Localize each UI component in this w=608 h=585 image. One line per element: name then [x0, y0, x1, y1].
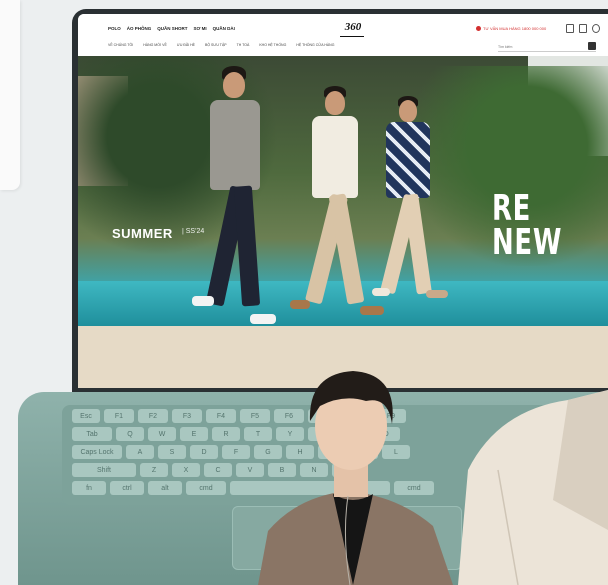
sub-nav: VỀ CHÚNG TÔI HÀNG MỚI VỀ ƯU ĐÃI HÈ BỘ SƯ…	[108, 43, 334, 47]
subnav-item[interactable]: KHO HỆ THỐNG	[259, 43, 286, 47]
model-grey-shirt	[190, 66, 276, 366]
nav-item-ao-phong[interactable]: ÁO PHÔNG	[127, 26, 152, 31]
key: A	[126, 445, 154, 459]
key: fn	[72, 481, 106, 495]
key: ctrl	[110, 481, 144, 495]
nav-item-polo[interactable]: POLO	[108, 26, 121, 31]
key: D	[190, 445, 218, 459]
key: F2	[138, 409, 168, 423]
model-patterned-shirt	[368, 96, 448, 356]
hero-headline-line1: RE	[492, 188, 532, 229]
site-header: POLO ÁO PHÔNG QUẦN SHORT SƠ MI QUẦN DÀI …	[78, 14, 608, 56]
key: E	[180, 427, 208, 441]
hero-headline-line2: NEW	[492, 222, 563, 263]
main-nav: POLO ÁO PHÔNG QUẦN SHORT SƠ MI QUẦN DÀI	[108, 26, 235, 31]
hero-banner[interactable]: SUMMER | SS'24 RE NEW	[78, 56, 608, 388]
foreground-model-jacket	[238, 366, 468, 585]
nav-item-quan-dai[interactable]: QUẦN DÀI	[213, 26, 235, 31]
hotline[interactable]: TƯ VẤN MUA HÀNG 1800 000 000	[476, 26, 546, 31]
subnav-item[interactable]: ƯU ĐÃI HÈ	[177, 43, 195, 47]
brand-logo[interactable]: 360	[338, 21, 368, 35]
nav-item-quan-short[interactable]: QUẦN SHORT	[157, 26, 187, 31]
key: Esc	[72, 409, 100, 423]
hotline-text: TƯ VẤN MUA HÀNG 1800 000 000	[483, 26, 547, 31]
model-white-shirt	[290, 86, 384, 366]
user-icon[interactable]	[566, 24, 574, 33]
key: R	[212, 427, 240, 441]
key: Shift	[72, 463, 136, 477]
phone-icon	[476, 26, 481, 31]
subnav-item[interactable]: TH TOÀ	[237, 43, 250, 47]
hero-tagline: SUMMER	[112, 226, 173, 241]
key: Caps Lock	[72, 445, 122, 459]
subnav-item[interactable]: BỘ SƯU TẬP	[205, 43, 227, 47]
logo-underline	[340, 36, 364, 37]
laptop-screen: POLO ÁO PHÔNG QUẦN SHORT SƠ MI QUẦN DÀI …	[78, 14, 608, 388]
bag-icon[interactable]	[579, 24, 587, 33]
key: X	[172, 463, 200, 477]
hero-headline: RE NEW	[492, 188, 563, 263]
background-card	[0, 0, 20, 190]
search-icon[interactable]	[588, 42, 596, 50]
key: Z	[140, 463, 168, 477]
foreground-model-cream-jacket	[458, 380, 608, 585]
key: cmd	[186, 481, 226, 495]
subnav-item[interactable]: HÀNG MỚI VỀ	[143, 43, 167, 47]
key: Tab	[72, 427, 112, 441]
header-icons	[566, 24, 600, 33]
key: F4	[206, 409, 236, 423]
search-input[interactable]	[498, 43, 596, 52]
key: W	[148, 427, 176, 441]
nav-item-so-mi[interactable]: SƠ MI	[194, 26, 207, 31]
key: F3	[172, 409, 202, 423]
key: C	[204, 463, 232, 477]
key: S	[158, 445, 186, 459]
hero-tagline-sub: | SS'24	[182, 228, 205, 235]
subnav-item[interactable]: VỀ CHÚNG TÔI	[108, 43, 133, 47]
location-icon[interactable]	[592, 24, 600, 33]
key: F1	[104, 409, 134, 423]
key: alt	[148, 481, 182, 495]
subnav-item[interactable]: HỆ THỐNG CỬA HÀNG	[296, 43, 334, 47]
key: Q	[116, 427, 144, 441]
